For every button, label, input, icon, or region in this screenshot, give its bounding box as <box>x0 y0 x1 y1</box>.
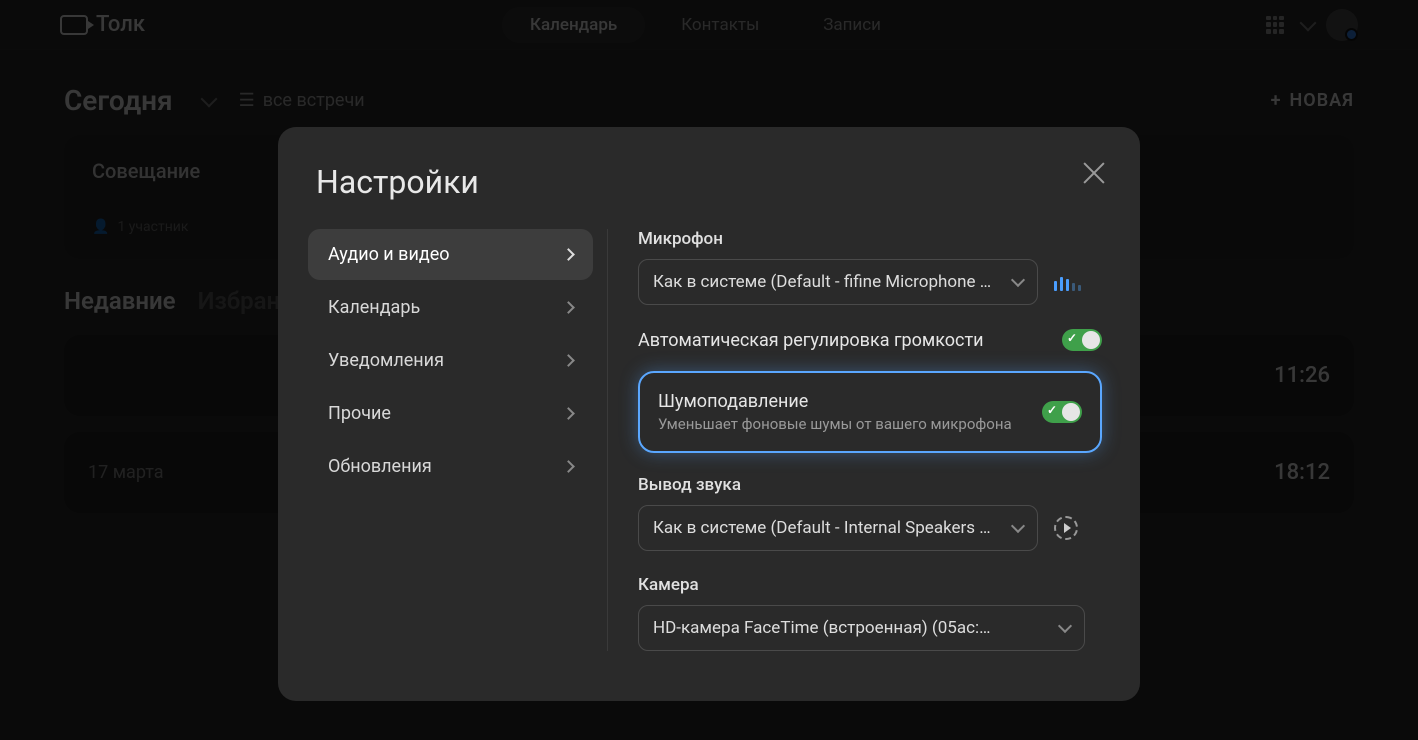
mic-level-indicator <box>1054 273 1081 291</box>
microphone-label: Микрофон <box>638 229 1102 249</box>
output-select[interactable]: Как в системе (Default - Internal Speake… <box>638 505 1038 551</box>
settings-sidebar: Аудио и видео Календарь Уведомления Проч… <box>298 229 608 651</box>
chevron-right-icon <box>562 354 575 367</box>
noise-suppression-highlight: Шумоподавление Уменьшает фоновые шумы от… <box>638 371 1102 453</box>
sidebar-item-audio-video[interactable]: Аудио и видео <box>308 229 593 280</box>
chevron-down-icon <box>1011 273 1025 287</box>
sidebar-item-notifications[interactable]: Уведомления <box>308 335 593 386</box>
chevron-right-icon <box>562 301 575 314</box>
close-icon[interactable] <box>1080 159 1108 187</box>
test-sound-icon[interactable] <box>1054 516 1078 540</box>
chevron-down-icon <box>1011 519 1025 533</box>
sidebar-item-calendar[interactable]: Календарь <box>308 282 593 333</box>
noise-toggle[interactable] <box>1042 401 1082 423</box>
settings-content: Микрофон Как в системе (Default - fifine… <box>608 229 1120 651</box>
settings-modal: Настройки Аудио и видео Календарь Уведом… <box>278 127 1140 701</box>
chevron-right-icon <box>562 460 575 473</box>
modal-overlay[interactable]: Настройки Аудио и видео Календарь Уведом… <box>0 0 1418 740</box>
sidebar-item-updates[interactable]: Обновления <box>308 441 593 492</box>
chevron-right-icon <box>562 248 575 261</box>
modal-title: Настройки <box>278 163 1140 229</box>
chevron-right-icon <box>562 407 575 420</box>
agc-toggle[interactable] <box>1062 329 1102 351</box>
sidebar-item-other[interactable]: Прочие <box>308 388 593 439</box>
camera-label: Камера <box>638 575 1102 595</box>
camera-select[interactable]: HD-камера FaceTime (встроенная) (05ac:85… <box>638 605 1085 651</box>
output-label: Вывод звука <box>638 475 1102 495</box>
chevron-down-icon <box>1058 619 1072 633</box>
microphone-select[interactable]: Как в системе (Default - fifine Micropho… <box>638 259 1038 305</box>
agc-label: Автоматическая регулировка громкости <box>638 330 984 351</box>
noise-title: Шумоподавление <box>658 391 1012 412</box>
noise-subtitle: Уменьшает фоновые шумы от вашего микрофо… <box>658 415 1012 433</box>
agc-row: Автоматическая регулировка громкости <box>638 325 1102 355</box>
